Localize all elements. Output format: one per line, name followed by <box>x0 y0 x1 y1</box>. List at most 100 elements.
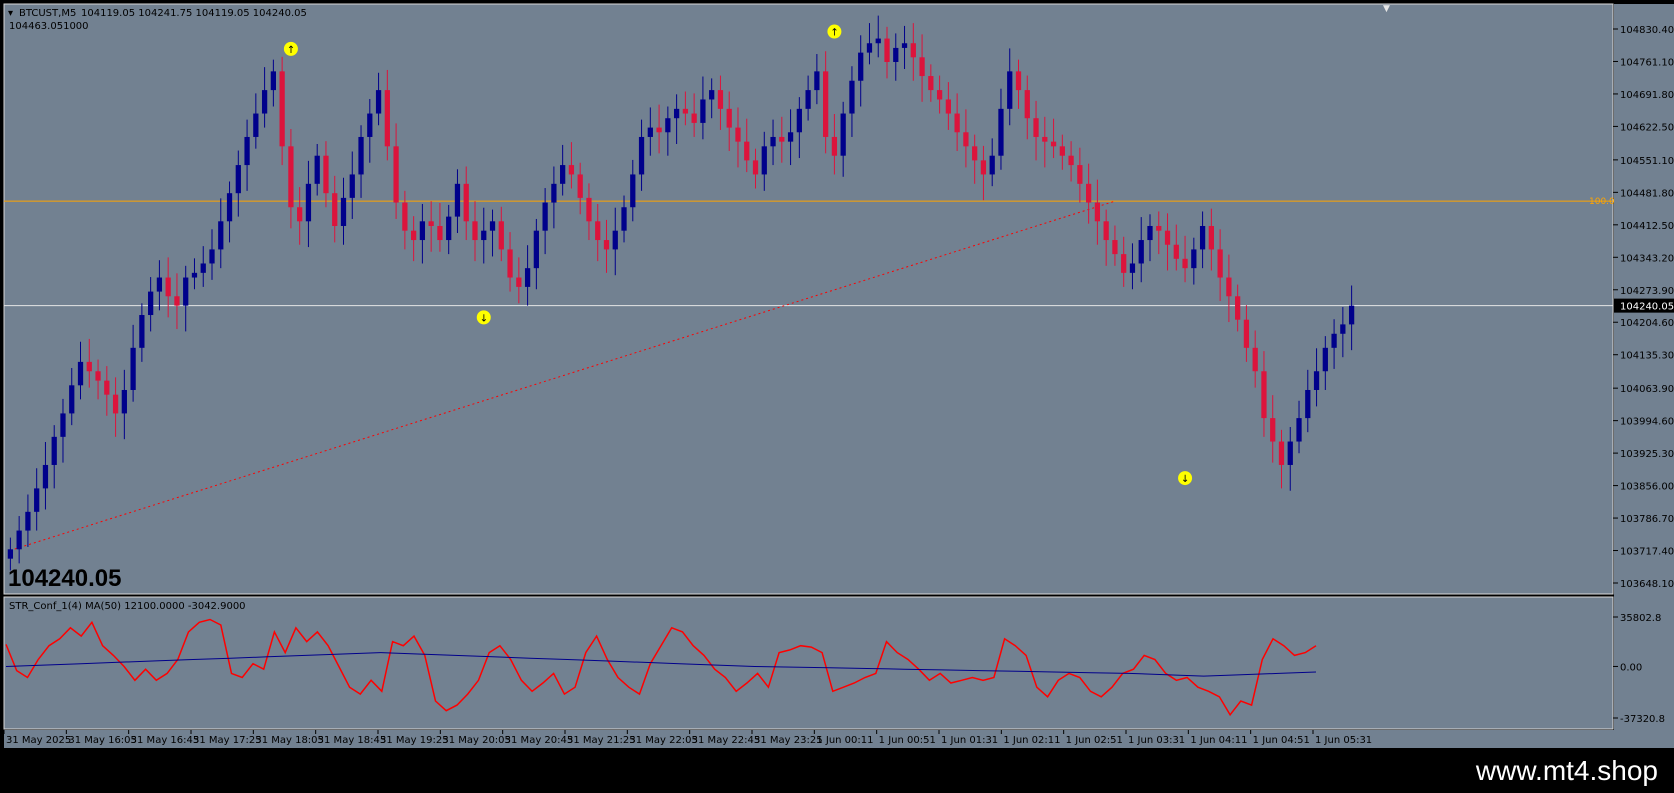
candle-body <box>69 385 75 414</box>
candle-body <box>419 221 426 241</box>
time-label: 1 Jun 01:31 <box>941 735 998 746</box>
candle-body <box>16 530 22 550</box>
candle-body <box>174 296 180 306</box>
candle-body <box>560 165 566 184</box>
candle-body <box>1313 371 1320 390</box>
candle-body <box>814 71 820 91</box>
candle-body <box>945 99 951 114</box>
candle-body <box>367 113 373 137</box>
candle-body <box>1015 71 1022 91</box>
indicator-axis-label: 35802.8 <box>1620 613 1661 624</box>
candle-body <box>489 221 496 231</box>
candle-body <box>551 183 557 203</box>
ohlc-toggle-icon[interactable]: ▼ <box>1383 4 1390 14</box>
candle-body <box>279 71 285 147</box>
candle-body <box>1305 389 1311 419</box>
candle-body <box>735 127 741 142</box>
candle-body <box>1024 90 1030 119</box>
time-label: 1 Jun 00:51 <box>879 735 936 746</box>
price-label: 104135.30 <box>1620 351 1674 362</box>
candle-body <box>796 108 802 133</box>
candle-body <box>1235 296 1241 320</box>
price-label: 104204.60 <box>1620 318 1674 329</box>
candle-body <box>805 90 811 109</box>
candle-body <box>323 155 329 194</box>
candle-body <box>1191 249 1197 269</box>
candle-body <box>744 141 750 161</box>
candle-body <box>270 71 276 91</box>
candle-body <box>577 174 583 198</box>
fractal-arrow-glyph: ↓ <box>480 313 488 324</box>
price-label: 103648.10 <box>1620 579 1674 590</box>
candle-body <box>1322 347 1328 372</box>
candle-body <box>156 277 163 292</box>
candle-body <box>261 90 268 114</box>
sub-value-label: 104463.051000 <box>9 21 89 32</box>
candle-body <box>235 165 241 194</box>
candle-body <box>507 249 513 278</box>
candle-body <box>218 221 224 250</box>
candle-body <box>1164 230 1171 245</box>
candle-body <box>463 183 469 222</box>
price-label: 104343.20 <box>1620 253 1674 264</box>
candle-body <box>787 132 794 142</box>
candle-body <box>244 136 250 166</box>
candle-body <box>901 43 908 48</box>
time-label: 1 Jun 03:31 <box>1128 735 1185 746</box>
candle-body <box>884 38 890 62</box>
candle-body <box>612 230 618 250</box>
indicator-panel[interactable] <box>3 596 1614 730</box>
candle-body <box>542 202 548 231</box>
candle-body <box>603 240 610 250</box>
candle-body <box>779 136 785 142</box>
candle-body <box>972 146 978 161</box>
candle-body <box>840 113 846 156</box>
candle-body <box>875 38 881 44</box>
time-label: 31 May 18:05 <box>255 735 324 746</box>
candle-body <box>1208 225 1214 250</box>
candle-body <box>95 371 101 381</box>
candle-body <box>963 132 969 147</box>
time-label: 31 May 23:25 <box>754 735 823 746</box>
candle-body <box>51 436 57 465</box>
time-label: 1 Jun 05:31 <box>1315 735 1372 746</box>
candle-body <box>656 127 662 133</box>
candle-body <box>191 272 198 278</box>
candle-body <box>665 118 671 133</box>
candle-body <box>375 90 382 114</box>
candle-body <box>77 361 84 386</box>
fractal-arrow-glyph: ↓ <box>1181 474 1189 485</box>
candle-body <box>1077 165 1083 184</box>
candle-body <box>831 136 838 156</box>
time-label: 31 May 20:05 <box>442 735 511 746</box>
chart-header-triangle[interactable]: ▾ <box>8 8 13 19</box>
candle-body <box>1217 249 1223 278</box>
candle-body <box>498 221 504 250</box>
time-label: 1 Jun 00:11 <box>816 735 873 746</box>
time-label: 31 May 17:25 <box>193 735 262 746</box>
candle-body <box>1147 225 1153 241</box>
price-label: 104691.80 <box>1620 90 1674 101</box>
candle-body <box>454 183 461 217</box>
price-label: 104622.50 <box>1620 122 1674 133</box>
candle-body <box>1050 141 1057 147</box>
candle-body <box>726 108 732 128</box>
indicator-axis-label: 0.00 <box>1620 662 1642 673</box>
candle-body <box>1182 258 1188 269</box>
price-label: 104063.90 <box>1620 384 1674 395</box>
candle-body <box>893 47 899 62</box>
candle-body <box>1112 240 1118 255</box>
candle-body <box>349 174 355 198</box>
ohlc-label: 104119.05 104241.75 104119.05 104240.05 <box>81 8 307 19</box>
watermark: www.mt4.shop <box>1475 755 1658 786</box>
candle-body <box>989 155 995 175</box>
candle-body <box>472 221 478 241</box>
candle-body <box>761 146 767 175</box>
big-price-label: 104240.05 <box>8 565 121 592</box>
candle-body <box>1252 347 1258 372</box>
candle-body <box>297 207 303 222</box>
time-label: 1 Jun 02:11 <box>1003 735 1060 746</box>
candle-body <box>524 268 531 287</box>
candle-body <box>647 127 653 137</box>
candle-body <box>481 230 487 241</box>
